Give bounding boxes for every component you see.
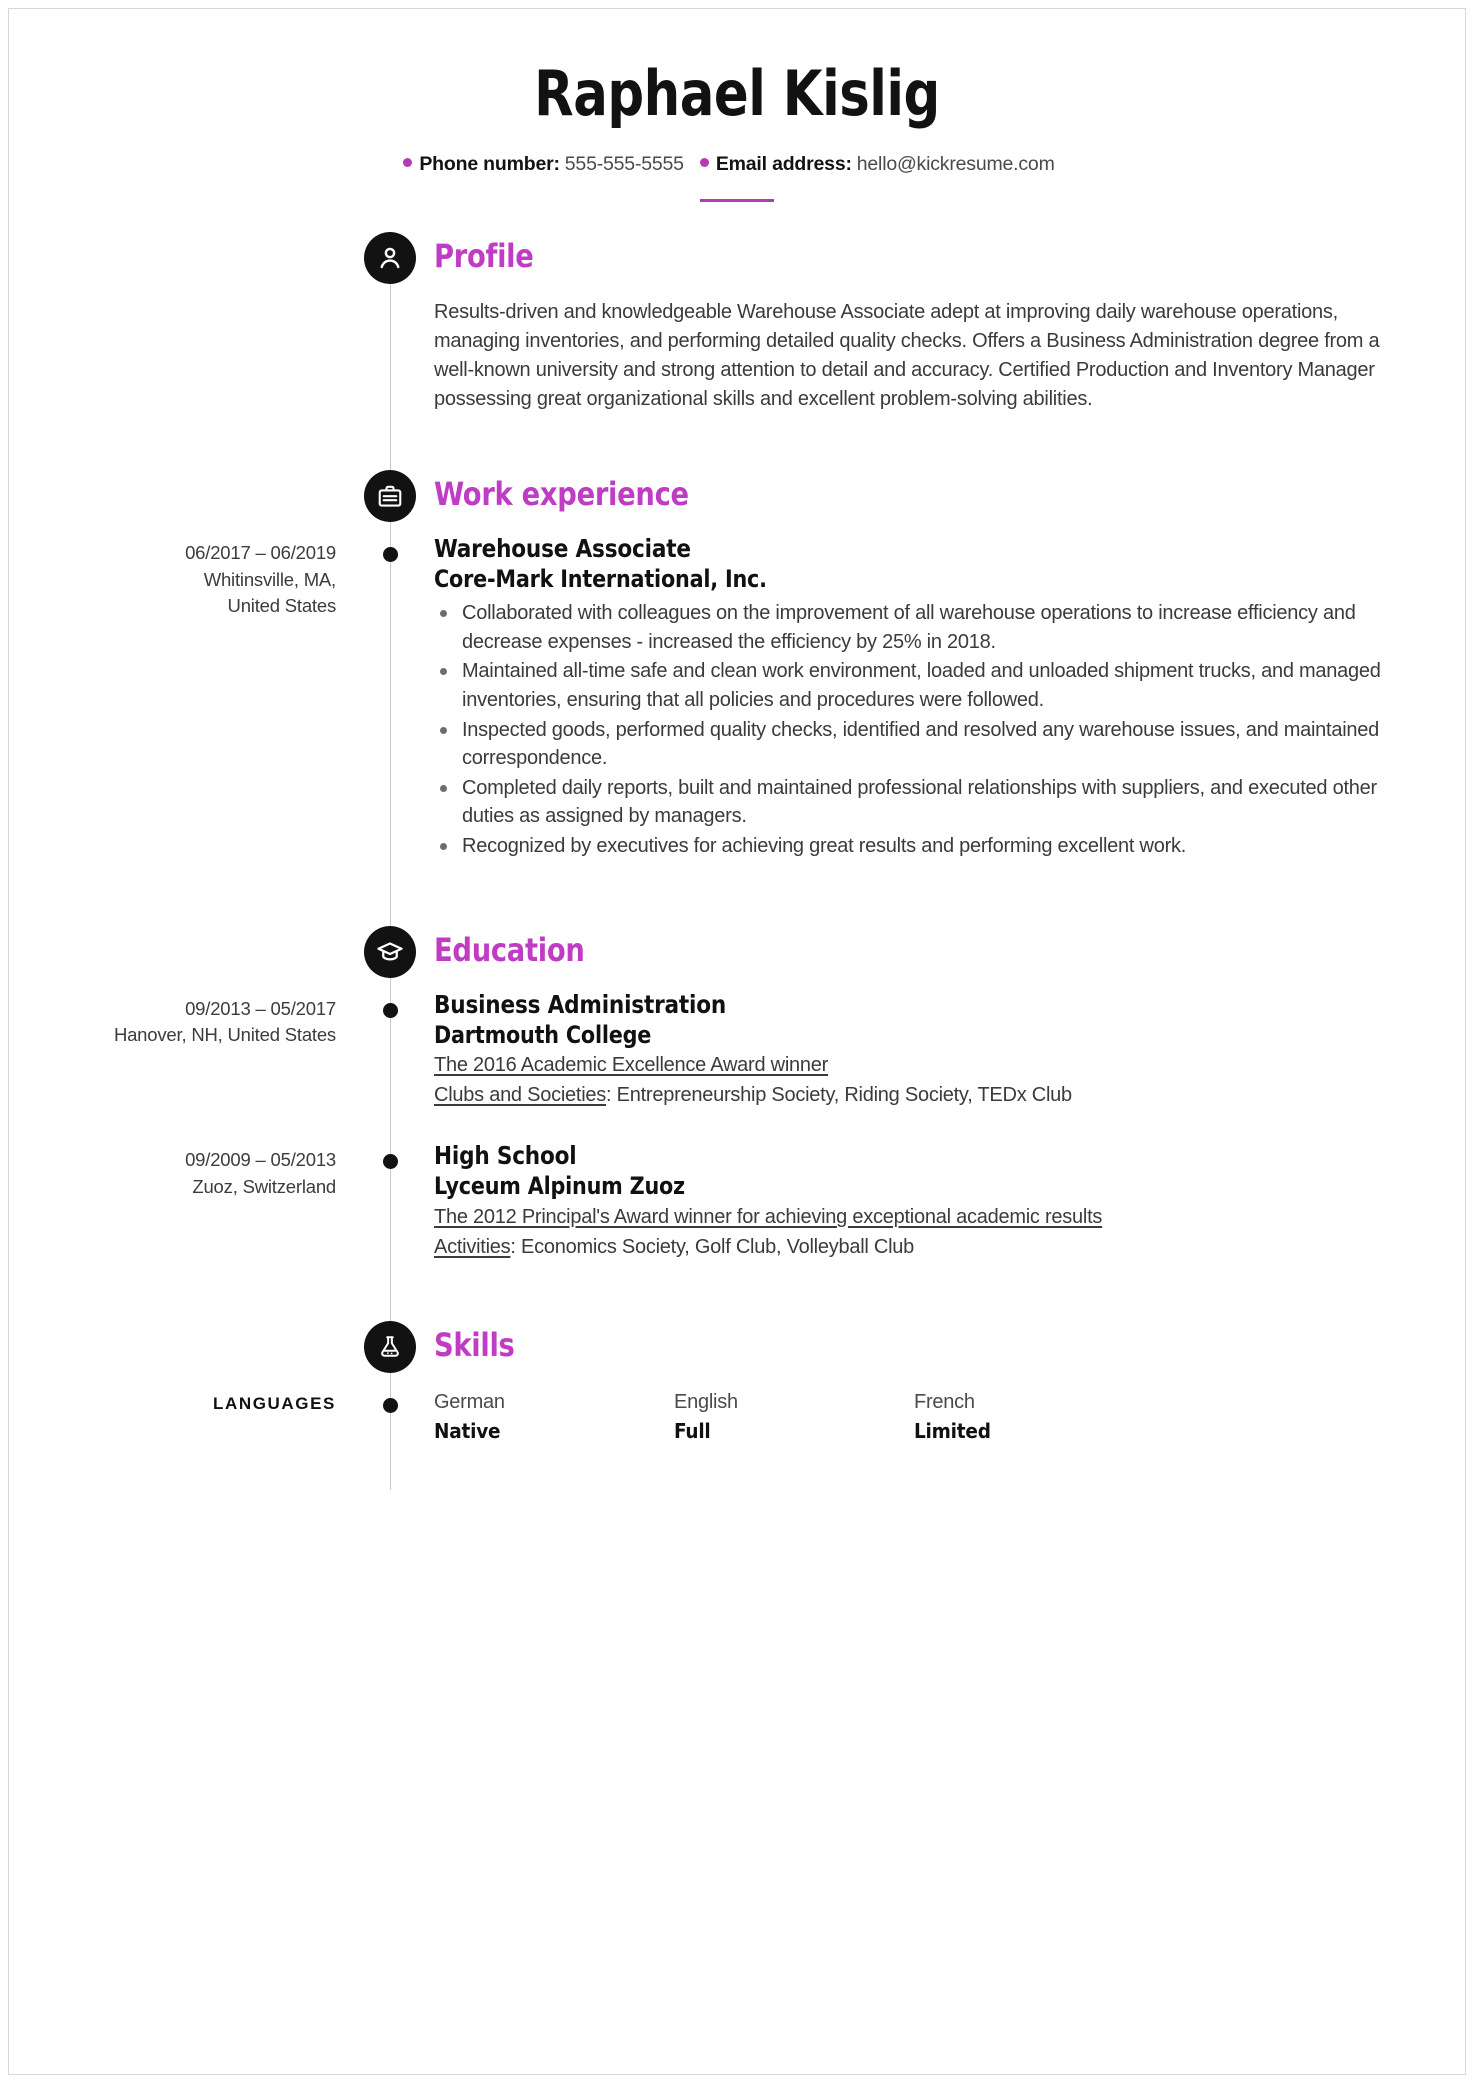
section-header-skills: Skills	[9, 1321, 1465, 1377]
language-name: German	[434, 1391, 505, 1414]
section-skills: Skills LANGUAGES German Native English F…	[9, 1321, 1465, 1446]
briefcase-icon	[364, 470, 416, 523]
header-divider	[700, 199, 774, 203]
education-entry-school: Lyceum Alpinum Zuoz	[434, 1172, 685, 1201]
skills-group-label: LANGUAGES	[212, 1394, 336, 1414]
education-entry-degree: Business Administration	[434, 989, 727, 1019]
page-title: Raphael Kislig	[534, 57, 940, 130]
language-level: Native	[434, 1419, 501, 1444]
language-item: French Limited	[914, 1389, 1154, 1446]
education-entry-location: Hanover, NH, United States	[113, 1023, 336, 1045]
phone-value: 555-555-5555	[564, 153, 684, 176]
contact-line: Phone number: 555-555-5555 Email address: h…	[9, 152, 1465, 177]
work-entry-body: Warehouse Associate Core-Mark Internatio…	[364, 532, 1465, 861]
work-entry-bullets: Collaborated with colleagues on the impr…	[434, 599, 1405, 860]
profile-body: Results-driven and knowledgeable Warehou…	[9, 294, 1465, 414]
section-header-profile: Profile	[9, 232, 1465, 288]
email-label: Email address:	[715, 153, 852, 176]
education-entry-activities-value: : Economics Society, Golf Club, Volleyba…	[510, 1236, 915, 1259]
list-item: Collaborated with colleagues on the impr…	[434, 599, 1405, 656]
phone-label: Phone number:	[419, 153, 560, 176]
language-level: Limited	[914, 1419, 991, 1444]
profile-summary-text: Results-driven and knowledgeable Warehou…	[434, 301, 1380, 411]
section-work-experience: Work experience 06/2017 – 06/2019 Whitin…	[9, 470, 1465, 861]
education-entry-meta: 09/2013 – 05/2017 Hanover, NH, United St…	[9, 988, 364, 1110]
section-profile: Profile Results-driven and knowledgeable…	[9, 232, 1465, 414]
work-entry-location-line2: United States	[227, 594, 337, 616]
work-entry-company: Core-Mark International, Inc.	[434, 565, 767, 594]
section-education: Education 09/2013 – 05/2017 Hanover, NH,…	[9, 925, 1465, 1262]
section-header-education: Education	[9, 925, 1465, 982]
skills-languages-body: German Native English Full French Limite…	[364, 1383, 1465, 1446]
email-bullet-icon	[699, 158, 709, 168]
languages-grid: German Native English Full French Limite…	[434, 1385, 1405, 1446]
education-entry-body: Business Administration Dartmouth Colleg…	[364, 988, 1465, 1110]
education-entry-school: Dartmouth College	[434, 1020, 652, 1049]
phone-bullet-icon	[403, 158, 413, 168]
resume-body: Profile Results-driven and knowledgeable…	[9, 232, 1465, 1490]
resume-page: Raphael Kislig Phone number: 555-555-5555…	[8, 8, 1466, 2075]
education-entry-location: Zuoz, Switzerland	[192, 1175, 336, 1197]
education-entry: 09/2013 – 05/2017 Hanover, NH, United St…	[9, 988, 1465, 1110]
graduation-cap-icon	[364, 925, 416, 978]
education-entry-clubs: Clubs and Societies: Entrepreneurship So…	[434, 1081, 1405, 1109]
education-entry-clubs-label: Clubs and Societies	[434, 1084, 607, 1107]
education-entry-clubs-value: : Entrepreneurship Society, Riding Socie…	[606, 1084, 1072, 1107]
education-entry-body: High School Lyceum Alpinum Zuoz The 2012…	[364, 1139, 1465, 1261]
education-entry-award: The 2016 Academic Excellence Award winne…	[434, 1054, 829, 1077]
list-item: Recognized by executives for achieving g…	[434, 832, 1405, 861]
language-item: English Full	[674, 1389, 914, 1446]
section-title-education: Education	[434, 930, 585, 969]
work-entry-meta: 06/2017 – 06/2019 Whitinsville, MA, Unit…	[9, 532, 364, 861]
section-title-work: Work experience	[434, 475, 689, 514]
section-header-work: Work experience	[9, 470, 1465, 526]
work-entry: 06/2017 – 06/2019 Whitinsville, MA, Unit…	[9, 532, 1465, 861]
skills-languages-entry: LANGUAGES German Native English Full Fre…	[9, 1383, 1465, 1446]
education-entry-activities-label: Activities	[434, 1236, 511, 1259]
flask-icon	[364, 1321, 416, 1374]
education-entry-dates: 09/2013 – 05/2017	[185, 997, 336, 1019]
education-entry-award: The 2012 Principal's Award winner for ac…	[434, 1206, 1103, 1229]
list-item: Inspected goods, performed quality check…	[434, 716, 1405, 773]
work-entry-title: Warehouse Associate	[434, 534, 691, 564]
work-entry-dates: 06/2017 – 06/2019	[185, 542, 336, 564]
language-item: German Native	[434, 1389, 674, 1446]
work-entry-location-line1: Whitinsville, MA,	[203, 568, 336, 590]
resume-header: Raphael Kislig Phone number: 555-555-5555…	[9, 9, 1465, 203]
list-item: Completed daily reports, built and maint…	[434, 774, 1405, 831]
list-item: Maintained all-time safe and clean work …	[434, 657, 1405, 714]
person-icon	[364, 232, 416, 285]
section-title-profile: Profile	[434, 237, 534, 276]
email-value: hello@kickresume.com	[856, 153, 1055, 176]
language-name: English	[674, 1391, 738, 1414]
timeline-dot	[383, 1002, 398, 1018]
education-entry: 09/2009 – 05/2013 Zuoz, Switzerland High…	[9, 1139, 1465, 1261]
education-entry-meta: 09/2009 – 05/2013 Zuoz, Switzerland	[9, 1139, 364, 1261]
resume-sheet: Raphael Kislig Phone number: 555-555-5555…	[9, 9, 1465, 2074]
language-level: Full	[674, 1419, 711, 1444]
section-title-skills: Skills	[434, 1326, 515, 1365]
education-entry-dates: 09/2009 – 05/2013	[185, 1149, 336, 1171]
language-name: French	[914, 1391, 975, 1414]
education-entry-activities: Activities: Economics Society, Golf Club…	[434, 1233, 1405, 1261]
education-entry-degree: High School	[434, 1141, 577, 1171]
